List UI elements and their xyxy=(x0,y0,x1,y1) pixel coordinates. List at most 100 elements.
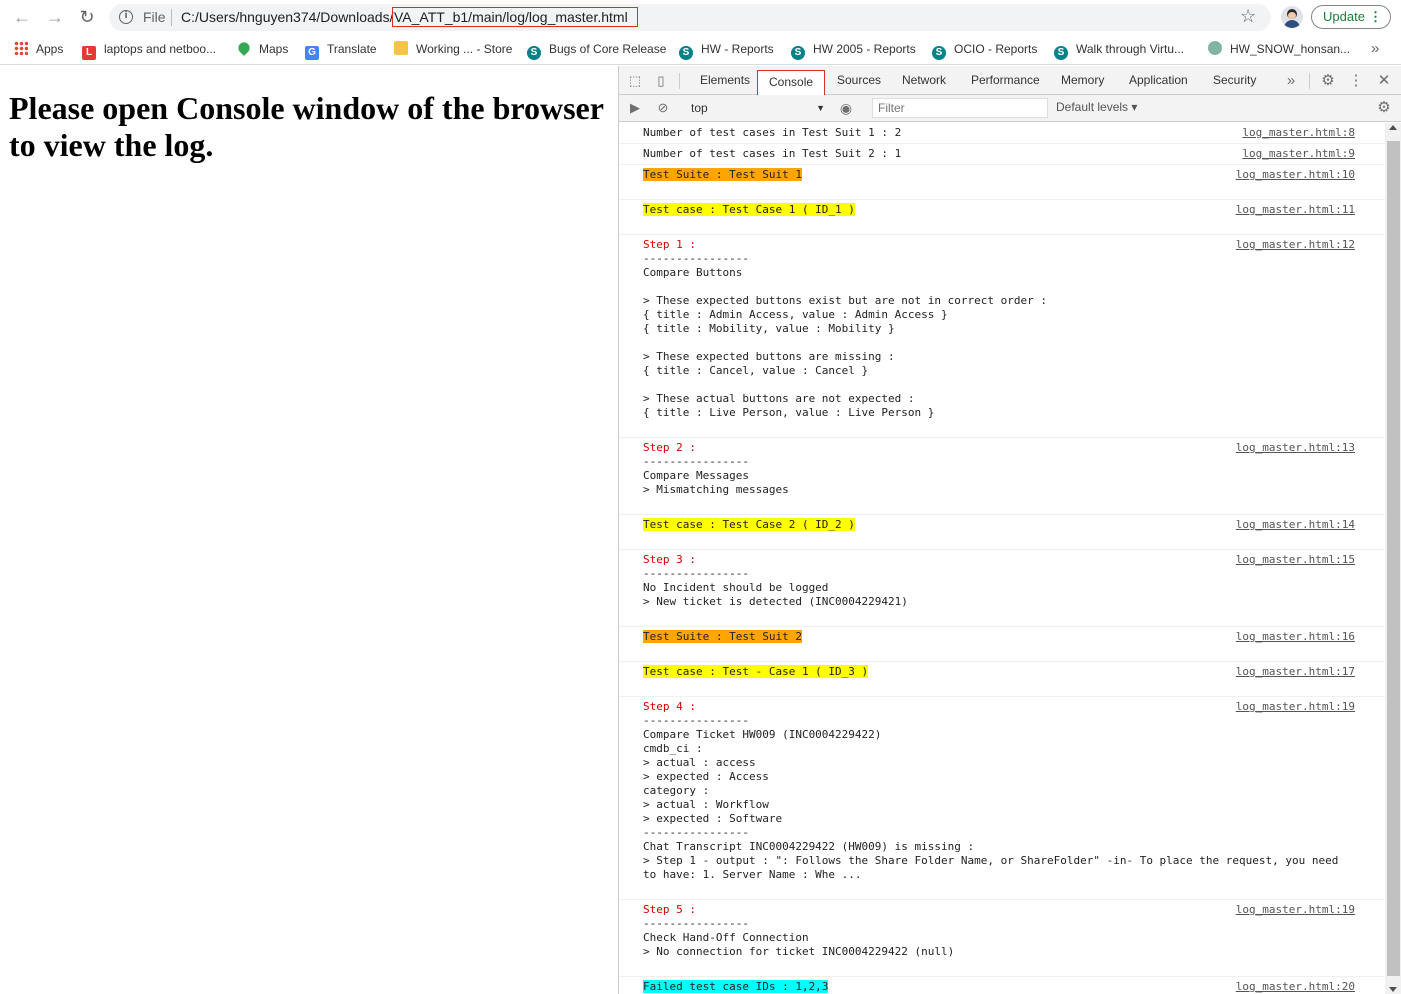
bookmark-item[interactable]: S Bugs of Core Release xyxy=(527,41,666,60)
log-text: Number of test cases in Test Suit 2 : 1 xyxy=(643,147,902,160)
devtools-menu-icon[interactable]: ⋮ xyxy=(1348,73,1364,89)
source-link[interactable]: log_master.html:9 xyxy=(1242,147,1355,161)
step-block: Step 1 : ---------------- Compare Button… xyxy=(643,238,1343,420)
bookmark-item[interactable]: Llaptops and netboo... xyxy=(82,41,217,60)
forward-button[interactable]: → xyxy=(44,6,66,28)
source-link[interactable]: log_master.html:15 xyxy=(1236,553,1355,567)
console-message: Step 5 : ---------------- Check Hand-Off… xyxy=(619,900,1385,977)
console-scrollbar[interactable] xyxy=(1385,123,1401,994)
forward-arrow-icon: → xyxy=(46,7,64,27)
inspect-element-icon[interactable]: ⬚ xyxy=(627,73,643,89)
reload-button[interactable]: ↻ xyxy=(76,6,98,28)
tab-performance[interactable]: Performance xyxy=(971,66,1040,95)
bookmark-label: Walk through Virtu... xyxy=(1076,42,1185,56)
scroll-down-arrow-icon[interactable] xyxy=(1389,987,1397,992)
step-detail: ---------------- Compare Buttons > These… xyxy=(643,252,1047,419)
translate-icon: G xyxy=(305,46,319,60)
step-detail: ---------------- Check Hand-Off Connecti… xyxy=(643,917,955,958)
source-link[interactable]: log_master.html:14 xyxy=(1236,518,1355,532)
source-link[interactable]: log_master.html:8 xyxy=(1242,126,1355,140)
scroll-up-arrow-icon[interactable] xyxy=(1389,125,1397,130)
message-body: Number of test cases in Test Suit 2 : 1 xyxy=(643,147,1343,161)
tab-sources[interactable]: Sources xyxy=(837,66,881,95)
step-block: Step 4 : ---------------- Compare Ticket… xyxy=(643,700,1343,882)
context-selector[interactable]: top ▼ xyxy=(683,98,827,118)
device-toolbar-icon[interactable]: ▯ xyxy=(653,73,669,89)
back-arrow-icon: ← xyxy=(13,7,31,27)
folder-icon xyxy=(394,41,408,55)
source-link[interactable]: log_master.html:11 xyxy=(1236,203,1355,217)
context-value: top xyxy=(691,101,708,115)
page-content: Please open Console window of the browse… xyxy=(0,66,618,994)
bookmarks-bar: Apps Llaptops and netboo... Maps G Translate… xyxy=(0,35,1401,65)
source-link[interactable]: log_master.html:19 xyxy=(1236,903,1355,917)
bookmark-star-icon[interactable]: ☆ xyxy=(1240,6,1256,27)
bookmark-label: HW 2005 - Reports xyxy=(813,42,916,56)
bookmark-label: HW_SNOW_honsan... xyxy=(1230,42,1351,56)
console-message: Step 3 : ---------------- No Incident sh… xyxy=(619,550,1385,627)
omnibox[interactable]: i File C:/Users/hnguyen374/Downloads/ VA… xyxy=(109,4,1271,31)
bookmark-item[interactable]: HW_SNOW_honsan... xyxy=(1208,41,1350,59)
tab-security[interactable]: Security xyxy=(1213,66,1256,95)
more-bookmarks-icon[interactable]: » xyxy=(1371,40,1379,57)
step-label: Step 1 : xyxy=(643,238,696,251)
source-link[interactable]: log_master.html:13 xyxy=(1236,441,1355,455)
tab-console[interactable]: Console xyxy=(757,70,826,97)
profile-avatar[interactable] xyxy=(1281,6,1303,28)
log-levels-dropdown[interactable]: Default levels ▾ xyxy=(1056,100,1137,114)
tab-memory[interactable]: Memory xyxy=(1061,66,1104,95)
close-devtools-icon[interactable]: ✕ xyxy=(1376,73,1392,89)
file-label: File xyxy=(143,9,166,25)
log-text: Number of test cases in Test Suit 1 : 2 xyxy=(643,126,902,139)
bookmark-item[interactable]: G Translate xyxy=(305,41,377,60)
settings-gear-icon[interactable]: ⚙ xyxy=(1320,73,1336,89)
bookmark-item[interactable]: S HW 2005 - Reports xyxy=(791,41,916,60)
source-link[interactable]: log_master.html:12 xyxy=(1236,238,1355,252)
more-tabs-icon[interactable]: » xyxy=(1283,73,1299,89)
step-label: Step 4 : xyxy=(643,700,696,713)
console-settings-gear-icon[interactable]: ⚙ xyxy=(1376,100,1392,116)
highlighted-log-text: Test Suite : Test Suit 2 xyxy=(643,630,802,643)
bookmark-item[interactable]: Apps xyxy=(14,41,63,59)
tab-network[interactable]: Network xyxy=(902,66,946,95)
message-body: Number of test cases in Test Suit 1 : 2 xyxy=(643,126,1343,140)
console-message: Test case : Test - Case 1 ( ID_3 ) log_ma… xyxy=(619,662,1385,697)
letter-l-icon: L xyxy=(82,46,96,60)
tab-elements[interactable]: Elements xyxy=(700,66,750,95)
console-message: Test Suite : Test Suit 1 log_master.html:… xyxy=(619,165,1385,200)
source-link[interactable]: log_master.html:10 xyxy=(1236,168,1355,182)
tab-application[interactable]: Application xyxy=(1129,66,1188,95)
info-icon[interactable]: i xyxy=(119,10,133,24)
filter-input[interactable] xyxy=(872,98,1048,118)
bookmark-item[interactable]: S HW - Reports xyxy=(679,41,774,60)
update-button[interactable]: Update ⋮ xyxy=(1311,5,1391,29)
step-detail: ---------------- Compare Messages > Mism… xyxy=(643,455,789,496)
sharepoint-icon: S xyxy=(527,46,541,60)
bookmark-item[interactable]: S Walk through Virtu... xyxy=(1054,41,1185,60)
sidebar-toggle-icon[interactable]: ▶ xyxy=(627,100,643,116)
highlighted-log-text: Test Suite : Test Suit 1 xyxy=(643,168,802,181)
bookmark-item[interactable]: Maps xyxy=(236,40,288,59)
source-link[interactable]: log_master.html:20 xyxy=(1236,980,1355,994)
dropdown-arrow-icon: ▼ xyxy=(816,103,825,113)
highlighted-log-text: Test case : Test Case 2 ( ID_2 ) xyxy=(643,518,855,531)
devtools-tabbar: ⬚ ▯ Elements Console Sources Network Per… xyxy=(619,66,1401,97)
servicenow-icon xyxy=(1208,41,1222,55)
source-link[interactable]: log_master.html:19 xyxy=(1236,700,1355,714)
console-message: Test Suite : Test Suit 2 log_master.html:… xyxy=(619,627,1385,662)
bookmark-label: laptops and netboo... xyxy=(104,42,217,56)
devtools-panel: ⬚ ▯ Elements Console Sources Network Per… xyxy=(618,66,1401,994)
source-link[interactable]: log_master.html:17 xyxy=(1236,665,1355,679)
kebab-menu-icon: ⋮ xyxy=(1369,9,1382,24)
step-detail: ---------------- No Incident should be l… xyxy=(643,567,908,608)
step-label: Step 2 : xyxy=(643,441,696,454)
bookmark-item[interactable]: S OCIO - Reports xyxy=(932,41,1037,60)
source-link[interactable]: log_master.html:16 xyxy=(1236,630,1355,644)
maps-pin-icon xyxy=(236,40,252,56)
back-button[interactable]: ← xyxy=(11,6,33,28)
console-message: Failed test case IDs : 1,2,3 log_master.h… xyxy=(619,977,1385,994)
bookmark-item[interactable]: Working ... - Store xyxy=(394,41,512,59)
live-expression-eye-icon[interactable]: ◉ xyxy=(838,100,854,116)
clear-console-icon[interactable]: ⊘ xyxy=(655,100,671,116)
scroll-thumb[interactable] xyxy=(1387,141,1400,976)
